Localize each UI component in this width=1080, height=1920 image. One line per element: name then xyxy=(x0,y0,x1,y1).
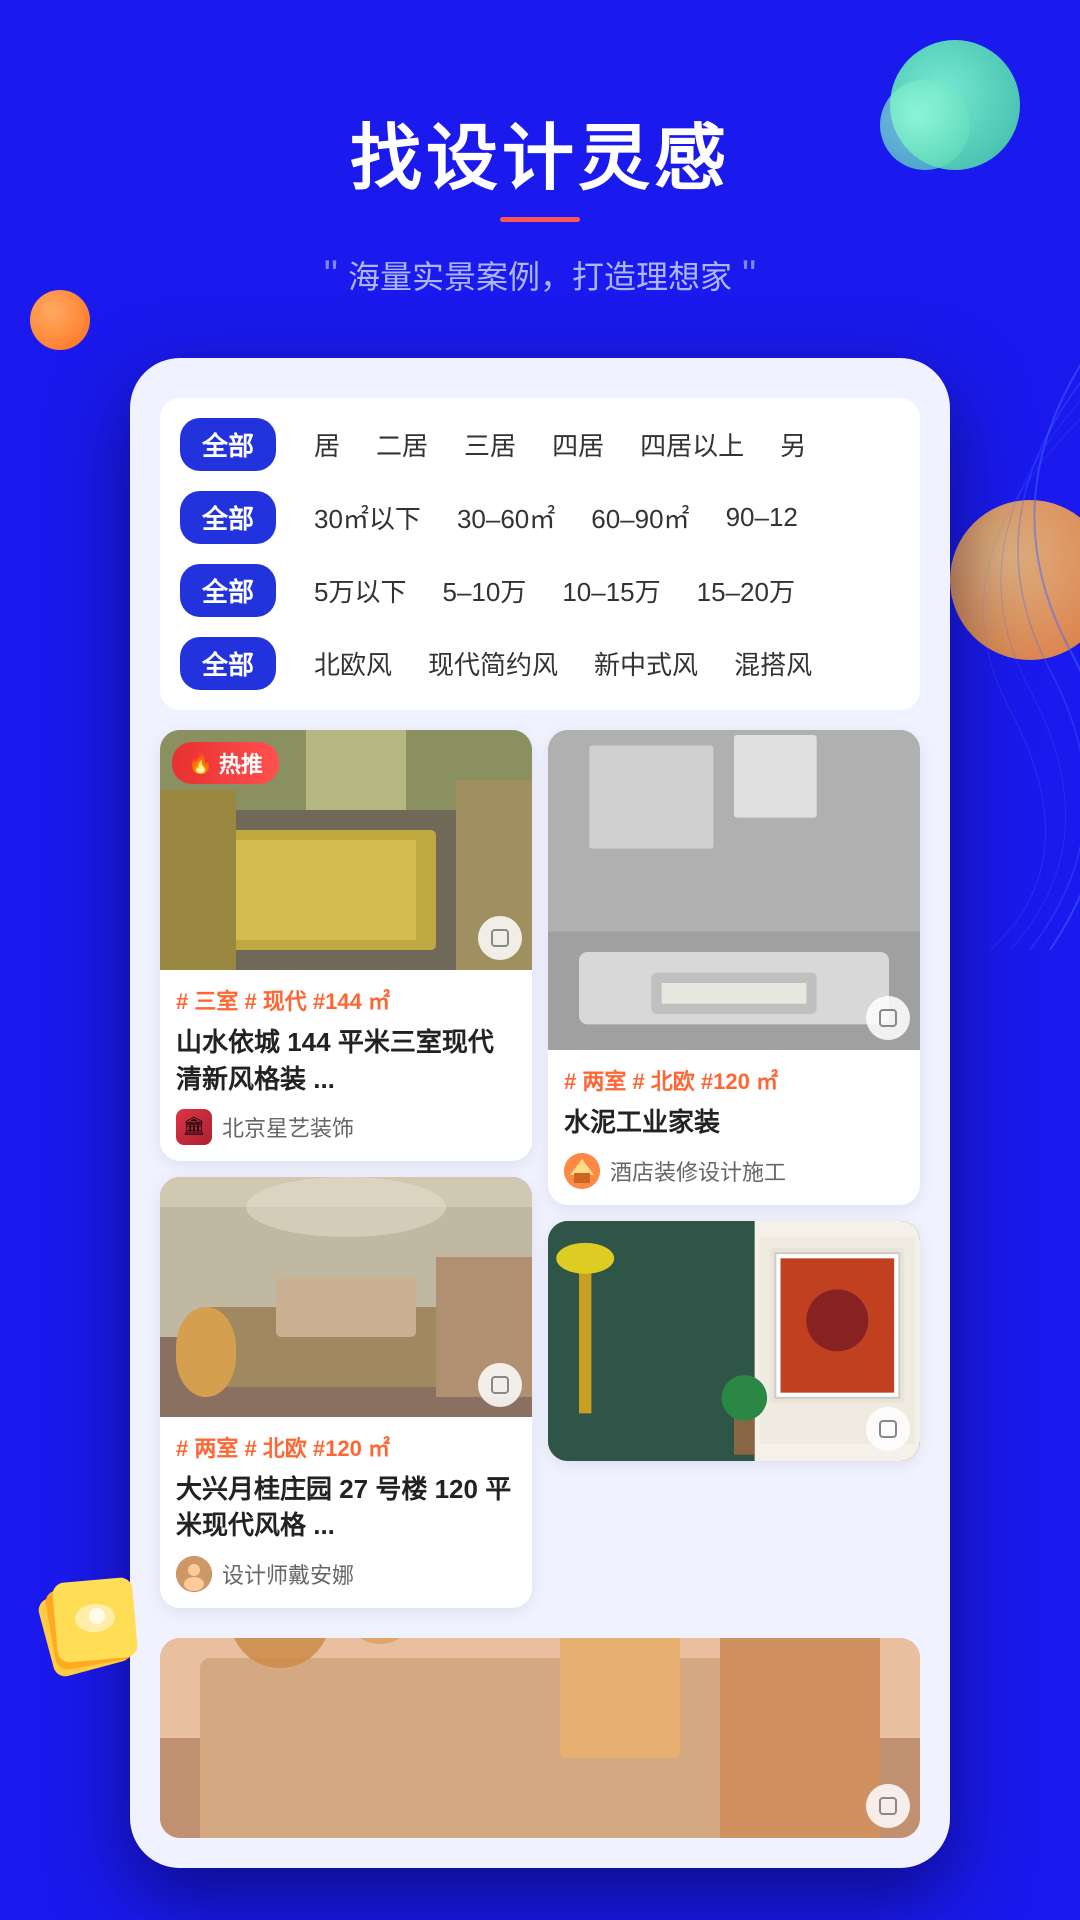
author1-house-icon: 🏛 xyxy=(176,1109,212,1145)
card2-author: 酒店装修设计施工 xyxy=(564,1153,904,1189)
card4-image xyxy=(548,1221,920,1461)
filter-room-more[interactable]: 另 xyxy=(762,418,824,471)
title-underline xyxy=(500,217,580,222)
design-card-5[interactable] xyxy=(160,1638,920,1838)
card2-tags: # 两室 # 北欧 #120 ㎡ xyxy=(564,1064,904,1096)
fire-icon: 🔥 xyxy=(188,751,213,776)
card3-image-container xyxy=(160,1177,532,1417)
3d-icon-decoration xyxy=(25,1560,155,1690)
filter-budget-1520[interactable]: 15–20万 xyxy=(679,564,813,617)
card2-title: 水泥工业家装 xyxy=(564,1104,904,1140)
filter-all-area[interactable]: 全部 xyxy=(180,491,276,544)
phone-card: 全部 居 二居 三居 四居 四居以上 另 全部 30㎡以下 30–60㎡ 60–… xyxy=(130,358,950,1868)
filter-budget-510[interactable]: 5–10万 xyxy=(424,564,544,617)
card2-image xyxy=(548,730,920,1050)
card1-save-button[interactable] xyxy=(478,916,522,960)
cards-grid: 🔥 热推 # 三室 # 现代 #144 ㎡ 山水依城 144 平米三室现代清新风… xyxy=(160,730,920,1638)
card3-title: 大兴月桂庄园 27 号楼 120 平米现代风格 ... xyxy=(176,1471,516,1544)
filter-area-90120[interactable]: 90–12 xyxy=(708,494,816,541)
page-title: 找设计灵感 xyxy=(0,120,1080,199)
quote-open: " xyxy=(324,255,338,295)
card1-title: 山水依城 144 平米三室现代清新风格装 ... xyxy=(176,1024,516,1097)
author2-avatar xyxy=(564,1153,600,1189)
filter-budget-5below[interactable]: 5万以下 xyxy=(296,564,424,617)
cards-right-column: # 两室 # 北欧 #120 ㎡ 水泥工业家装 酒店装修设计施工 xyxy=(548,730,920,1608)
filter-row-style: 全部 北欧风 现代简约风 新中式风 混搭风 xyxy=(160,627,920,700)
filter-style-chinese[interactable]: 新中式风 xyxy=(576,637,716,690)
subtitle-text: 海量实景案例，打造理想家 xyxy=(348,252,732,298)
card1-tags: # 三室 # 现代 #144 ㎡ xyxy=(176,984,516,1016)
hot-badge: 🔥 热推 xyxy=(172,742,279,784)
cards-left-column: 🔥 热推 # 三室 # 现代 #144 ㎡ 山水依城 144 平米三室现代清新风… xyxy=(160,730,532,1608)
filter-area-3060[interactable]: 30–60㎡ xyxy=(439,491,573,544)
filter-row-area: 全部 30㎡以下 30–60㎡ 60–90㎡ 90–12 xyxy=(160,481,920,554)
filter-section: 全部 居 二居 三居 四居 四居以上 另 全部 30㎡以下 30–60㎡ 60–… xyxy=(160,398,920,710)
card2-save-button[interactable] xyxy=(866,996,910,1040)
design-card-2[interactable]: # 两室 # 北欧 #120 ㎡ 水泥工业家装 酒店装修设计施工 xyxy=(548,730,920,1204)
card4-image-container xyxy=(548,1221,920,1461)
card3-body: # 两室 # 北欧 #120 ㎡ 大兴月桂庄园 27 号楼 120 平米现代风格… xyxy=(160,1417,532,1608)
filter-row-budget: 全部 5万以下 5–10万 10–15万 15–20万 xyxy=(160,554,920,627)
card5-image xyxy=(160,1638,920,1838)
card1-body: # 三室 # 现代 #144 ㎡ 山水依城 144 平米三室现代清新风格装 ..… xyxy=(160,970,532,1161)
design-card-3[interactable]: # 两室 # 北欧 #120 ㎡ 大兴月桂庄园 27 号楼 120 平米现代风格… xyxy=(160,1177,532,1608)
filter-all-style[interactable]: 全部 xyxy=(180,637,276,690)
author2-name: 酒店装修设计施工 xyxy=(610,1155,786,1187)
filter-budget-1015[interactable]: 10–15万 xyxy=(544,564,678,617)
filter-all-budget[interactable]: 全部 xyxy=(180,564,276,617)
filter-style-mix[interactable]: 混搭风 xyxy=(716,637,830,690)
author1-name: 北京星艺装饰 xyxy=(222,1111,354,1143)
header-subtitle: " 海量实景案例，打造理想家 " xyxy=(0,252,1080,298)
design-card-1[interactable]: 🔥 热推 # 三室 # 现代 #144 ㎡ 山水依城 144 平米三室现代清新风… xyxy=(160,730,532,1161)
card5-save-button[interactable] xyxy=(866,1784,910,1828)
author3-avatar xyxy=(176,1556,212,1592)
quote-close: " xyxy=(742,255,756,295)
card3-author: 设计师戴安娜 xyxy=(176,1556,516,1592)
filter-row-room: 全部 居 二居 三居 四居 四居以上 另 xyxy=(160,408,920,481)
filter-area-30below[interactable]: 30㎡以下 xyxy=(296,491,439,544)
card2-image-container xyxy=(548,730,920,1050)
filter-all-room[interactable]: 全部 xyxy=(180,418,276,471)
filter-room-4ju[interactable]: 四居 xyxy=(534,418,622,471)
card3-tags: # 两室 # 北欧 #120 ㎡ xyxy=(176,1431,516,1463)
card1-author: 🏛 北京星艺装饰 xyxy=(176,1109,516,1145)
filter-style-modern[interactable]: 现代简约风 xyxy=(410,637,576,690)
filter-style-nordic[interactable]: 北欧风 xyxy=(296,637,410,690)
card2-body: # 两室 # 北欧 #120 ㎡ 水泥工业家装 酒店装修设计施工 xyxy=(548,1050,920,1204)
filter-area-6090[interactable]: 60–90㎡ xyxy=(573,491,707,544)
card1-image-container: 🔥 热推 xyxy=(160,730,532,970)
filter-room-1ju[interactable]: 居 xyxy=(296,418,358,471)
header: 找设计灵感 " 海量实景案例，打造理想家 " xyxy=(0,0,1080,358)
card3-image xyxy=(160,1177,532,1417)
filter-room-2ju[interactable]: 二居 xyxy=(358,418,446,471)
bg-circle-orange-right xyxy=(950,500,1080,660)
filter-room-4juplus[interactable]: 四居以上 xyxy=(622,418,762,471)
hot-label: 热推 xyxy=(219,747,263,779)
filter-room-3ju[interactable]: 三居 xyxy=(446,418,534,471)
card3-save-button[interactable] xyxy=(478,1363,522,1407)
design-card-4[interactable] xyxy=(548,1221,920,1461)
author3-name: 设计师戴安娜 xyxy=(222,1558,354,1590)
card4-save-button[interactable] xyxy=(866,1407,910,1451)
